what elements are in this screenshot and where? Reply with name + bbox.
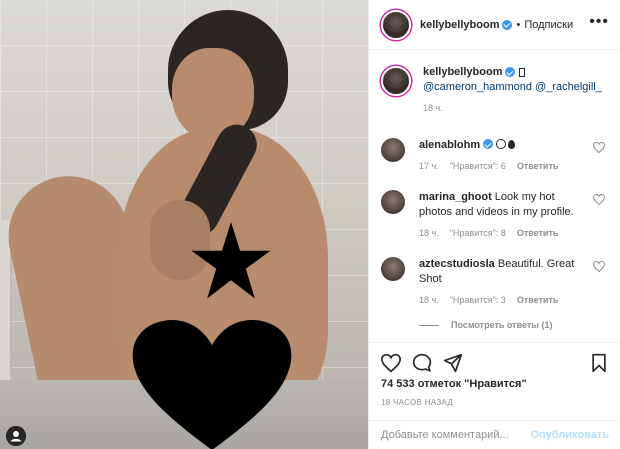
comment-item: aztecstudiosla Beautiful. Great Shot 18 …: [381, 257, 609, 305]
comment-meta: 18 ч. "Нравится": 8 Ответить: [419, 228, 609, 238]
verified-badge-icon: [483, 139, 494, 149]
like-comment-icon[interactable]: [593, 142, 605, 153]
action-bar: [369, 342, 620, 382]
post-header: kellybellyboom • Подписки •••: [369, 0, 620, 50]
comment-time[interactable]: 18 ч.: [419, 228, 439, 238]
view-replies-label: Посмотреть ответы (1): [451, 320, 553, 330]
post-caption: kellybellyboom @cameron_hammond @_rachel…: [381, 66, 609, 113]
commenter-username[interactable]: alenablohm: [419, 139, 480, 151]
tagged-users-icon[interactable]: [6, 426, 26, 446]
bookmark-icon[interactable]: [589, 353, 609, 373]
commenter-username[interactable]: marina_ghoot: [419, 191, 492, 203]
posted-time[interactable]: 18 ЧАСОВ НАЗАД: [381, 398, 453, 407]
author-info: kellybellyboom • Подписки: [420, 19, 573, 31]
add-comment-bar: Опубликовать: [369, 420, 620, 449]
censor-heart-icon: [132, 320, 292, 449]
more-options-icon[interactable]: •••: [589, 14, 609, 30]
caption-author-line: kellybellyboom: [423, 66, 609, 78]
commenter-avatar[interactable]: [381, 257, 405, 281]
comment-time[interactable]: 17 ч.: [419, 161, 439, 171]
comment-item: marina_ghoot Look my hot photos and vide…: [381, 190, 609, 238]
commenter-avatar[interactable]: [381, 138, 405, 162]
share-icon[interactable]: [443, 353, 463, 373]
post-sidebar: kellybellyboom • Подписки ••• kellybelly…: [368, 0, 620, 449]
comment-item: alenablohm 17 ч. "Нравится": 6 Ответить: [381, 138, 609, 171]
post-photo[interactable]: [0, 0, 368, 449]
verified-badge-icon: [502, 19, 513, 30]
verified-badge-icon: [505, 67, 516, 77]
publish-button[interactable]: Опубликовать: [530, 429, 609, 441]
caption-time[interactable]: 18 ч.: [423, 103, 609, 113]
comment-body: alenablohm: [419, 138, 589, 153]
replies-divider: [419, 324, 439, 326]
add-comment-input[interactable]: [381, 429, 531, 441]
smile-emoji-icon: [496, 139, 507, 149]
commenter-avatar[interactable]: [381, 190, 405, 214]
like-comment-icon[interactable]: [593, 261, 605, 272]
comment-bubble-icon[interactable]: [412, 353, 432, 373]
censor-star-icon: [191, 222, 271, 299]
emoji-glyph-icon: [519, 67, 526, 77]
author-username[interactable]: kellybellyboom: [420, 19, 499, 31]
reply-button[interactable]: Ответить: [517, 295, 559, 305]
reply-button[interactable]: Ответить: [517, 228, 559, 238]
like-heart-icon[interactable]: [381, 353, 401, 373]
comment-meta: 17 ч. "Нравится": 6 Ответить: [419, 161, 609, 171]
drop-emoji-icon: [508, 140, 516, 149]
comment-time[interactable]: 18 ч.: [419, 295, 439, 305]
view-replies-button[interactable]: Посмотреть ответы (1): [419, 320, 552, 330]
comment-likes[interactable]: "Нравится": 8: [450, 228, 506, 238]
caption-avatar[interactable]: [381, 66, 411, 96]
comment-likes[interactable]: "Нравится": 3: [450, 295, 506, 305]
comment-likes[interactable]: "Нравится": 6: [450, 161, 506, 171]
author-avatar[interactable]: [381, 9, 411, 40]
separator-dot: •: [516, 18, 521, 31]
caption-mentions[interactable]: @cameron_hammond @_rachelgill_: [423, 81, 609, 93]
following-button[interactable]: Подписки: [524, 19, 573, 31]
like-comment-icon[interactable]: [593, 194, 605, 205]
caption-username[interactable]: kellybellyboom: [423, 66, 502, 78]
comment-body: aztecstudiosla Beautiful. Great Shot: [419, 257, 589, 287]
commenter-username[interactable]: aztecstudiosla: [419, 258, 495, 270]
comment-body: marina_ghoot Look my hot photos and vide…: [419, 190, 589, 220]
likes-count[interactable]: 74 533 отметок "Нравится": [381, 378, 527, 390]
reply-button[interactable]: Ответить: [517, 161, 559, 171]
comment-meta: 18 ч. "Нравится": 3 Ответить: [419, 295, 609, 305]
